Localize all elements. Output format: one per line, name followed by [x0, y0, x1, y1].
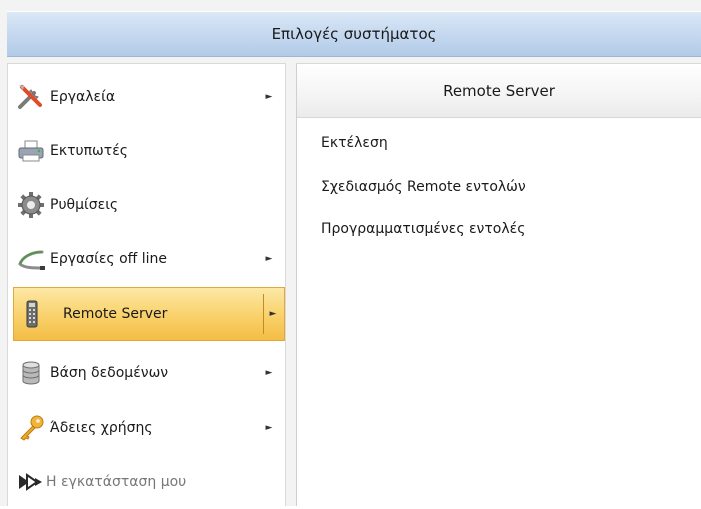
submenu-title: Remote Server: [443, 81, 555, 100]
menu-item-remote-server[interactable]: Remote Server ►: [13, 287, 285, 341]
menu-item-licenses[interactable]: Άδειες χρήσης ►: [8, 401, 285, 455]
printer-icon: [16, 136, 46, 166]
submenu-item-design-remote-commands[interactable]: Σχεδιασμός Remote εντολών: [321, 179, 526, 195]
submenu-arrow-icon: ►: [269, 309, 277, 319]
menu-item-settings[interactable]: Ρυθμίσεις: [8, 178, 285, 232]
submenu-item-scheduled-commands[interactable]: Προγραμματισμένες εντολές: [321, 221, 525, 237]
submenu-header: Remote Server: [297, 64, 701, 118]
menu-item-my-installation[interactable]: Η εγκατάσταση μου: [8, 455, 285, 509]
menu-item-printers[interactable]: Εκτυπωτές: [8, 124, 285, 178]
menu-item-label: Η εγκατάσταση μου: [46, 474, 187, 490]
system-options-window: Επιλογές συστήματος Εργαλεία ► Εκτυπωτές…: [0, 0, 701, 506]
key-icon: [16, 413, 46, 443]
menu-item-label: Εκτυπωτές: [50, 143, 128, 159]
database-icon: [16, 358, 46, 388]
menu-item-tools[interactable]: Εργαλεία ►: [8, 70, 285, 124]
window-title: Επιλογές συστήματος: [271, 25, 437, 43]
main-menu: Εργαλεία ► Εκτυπωτές Ρυθμίσεις Εργασίες …: [7, 63, 286, 506]
menu-item-label: Remote Server: [63, 306, 168, 322]
submenu-separator: [263, 294, 264, 334]
menu-item-label: Άδειες χρήσης: [50, 420, 153, 436]
menu-item-label: Εργασίες off line: [50, 251, 168, 267]
menu-item-label: Ρυθμίσεις: [50, 197, 119, 213]
remote-control-icon: [17, 299, 47, 329]
menu-item-offline-tasks[interactable]: Εργασίες off line ►: [8, 232, 285, 286]
submenu-arrow-icon: ►: [265, 423, 273, 433]
submenu-panel: Remote Server Εκτέλεση Σχεδιασμός Remote…: [296, 63, 701, 506]
submenu-arrow-icon: ►: [265, 368, 273, 378]
submenu-arrow-icon: ►: [265, 254, 273, 264]
menu-item-label: Εργαλεία: [50, 89, 116, 105]
menu-item-label: Βάση δεδομένων: [50, 365, 169, 381]
cable-icon: [16, 244, 46, 274]
tools-icon: [16, 82, 46, 112]
submenu-item-execute[interactable]: Εκτέλεση: [321, 135, 388, 151]
menu-item-database[interactable]: Βάση δεδομένων ►: [8, 346, 285, 400]
window-title-bar: Επιλογές συστήματος: [7, 11, 701, 57]
installation-icon: [16, 467, 46, 497]
submenu-arrow-icon: ►: [265, 92, 273, 102]
gear-icon: [16, 190, 46, 220]
